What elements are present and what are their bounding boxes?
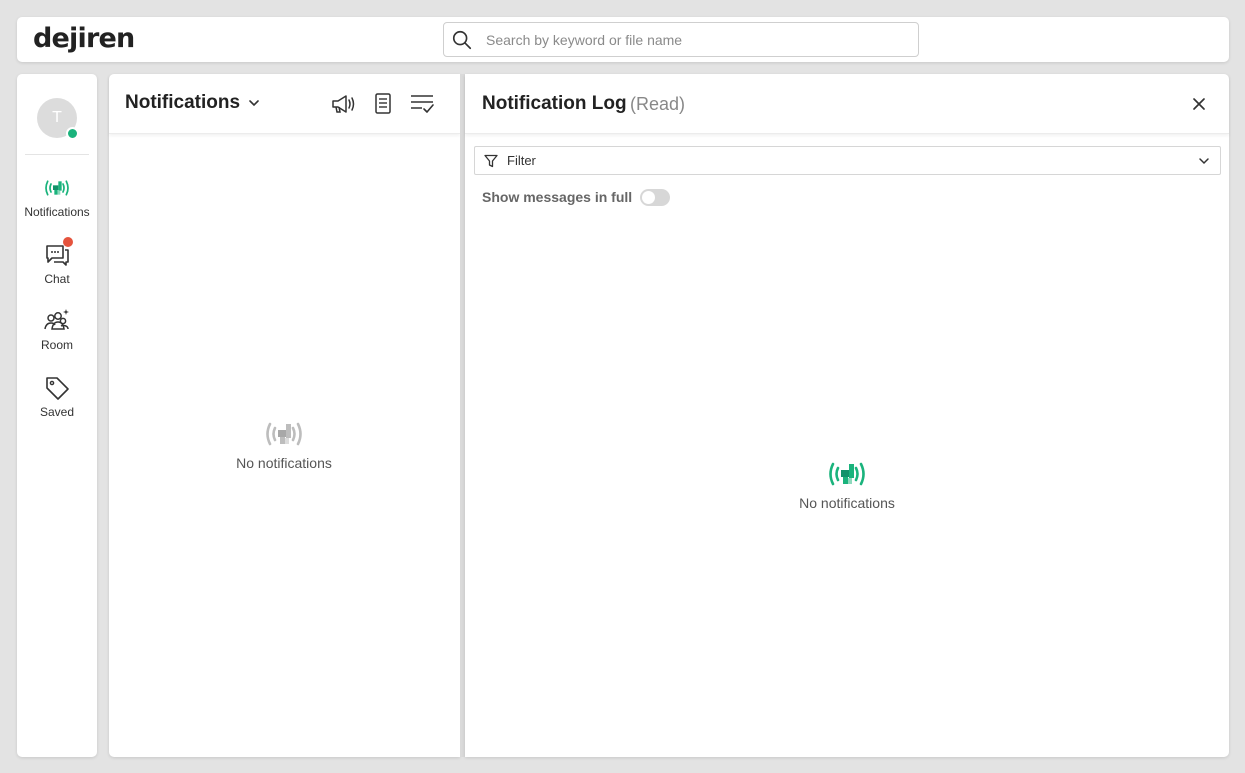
sidebar-item-label: Notifications <box>24 205 90 219</box>
chat-icon-wrap <box>43 237 73 269</box>
sidebar-item-notifications[interactable]: Notifications <box>17 174 97 234</box>
notifications-dropdown[interactable]: Notifications <box>125 92 261 114</box>
broadcast-icon <box>45 180 69 196</box>
close-icon[interactable] <box>1191 96 1207 112</box>
broadcast-icon <box>266 422 302 446</box>
search-box[interactable] <box>443 22 919 57</box>
sidebar-item-saved[interactable]: Saved <box>17 374 97 434</box>
notifications-panel: Notifications No notifications <box>109 74 460 757</box>
notification-log-header: Notification Log (Read) <box>465 74 1229 134</box>
left-nav: T Notifications Chat Room Saved <box>17 74 97 757</box>
filter-dropdown[interactable]: Filter <box>474 146 1221 175</box>
show-full-toggle[interactable] <box>640 189 670 206</box>
mark-all-read-icon[interactable] <box>409 92 435 116</box>
sidebar-item-chat[interactable]: Chat <box>17 237 97 301</box>
chevron-down-icon <box>1199 158 1209 165</box>
unread-badge-dot <box>63 237 73 247</box>
search-icon <box>452 30 472 50</box>
sidebar-item-label: Saved <box>39 405 75 419</box>
notifications-header: Notifications <box>109 74 460 134</box>
sidebar-item-label: Room <box>40 338 73 352</box>
nav-divider <box>25 154 89 155</box>
empty-state-text: No notifications <box>236 455 332 471</box>
announcement-icon[interactable] <box>330 92 356 116</box>
online-status-indicator <box>66 127 79 140</box>
filter-icon <box>484 154 498 168</box>
chevron-down-icon <box>249 100 259 107</box>
toggle-knob <box>642 191 655 204</box>
notifications-title: Notifications <box>125 92 241 113</box>
empty-state-text: No notifications <box>799 495 895 511</box>
top-bar: dejiren <box>17 17 1229 62</box>
sidebar-item-label: Chat <box>44 272 70 286</box>
app-logo[interactable]: dejiren <box>33 21 135 57</box>
notification-log-panel: Notification Log (Read) Filter Show mess… <box>465 74 1229 757</box>
show-full-label: Show messages in full <box>482 189 633 205</box>
notification-log-subtitle: (Read) <box>630 94 686 114</box>
room-icon <box>44 309 69 330</box>
notifications-empty-state: No notifications <box>204 418 364 471</box>
search-input[interactable] <box>486 29 906 51</box>
filter-label: Filter <box>507 153 536 168</box>
log-empty-state: No notifications <box>767 458 927 511</box>
tag-icon <box>46 377 69 400</box>
broadcast-icon <box>829 462 865 486</box>
sidebar-item-room[interactable]: Room <box>17 307 97 367</box>
notification-log-title: Notification Log <box>482 93 627 114</box>
notification-log-icon[interactable] <box>370 92 396 116</box>
